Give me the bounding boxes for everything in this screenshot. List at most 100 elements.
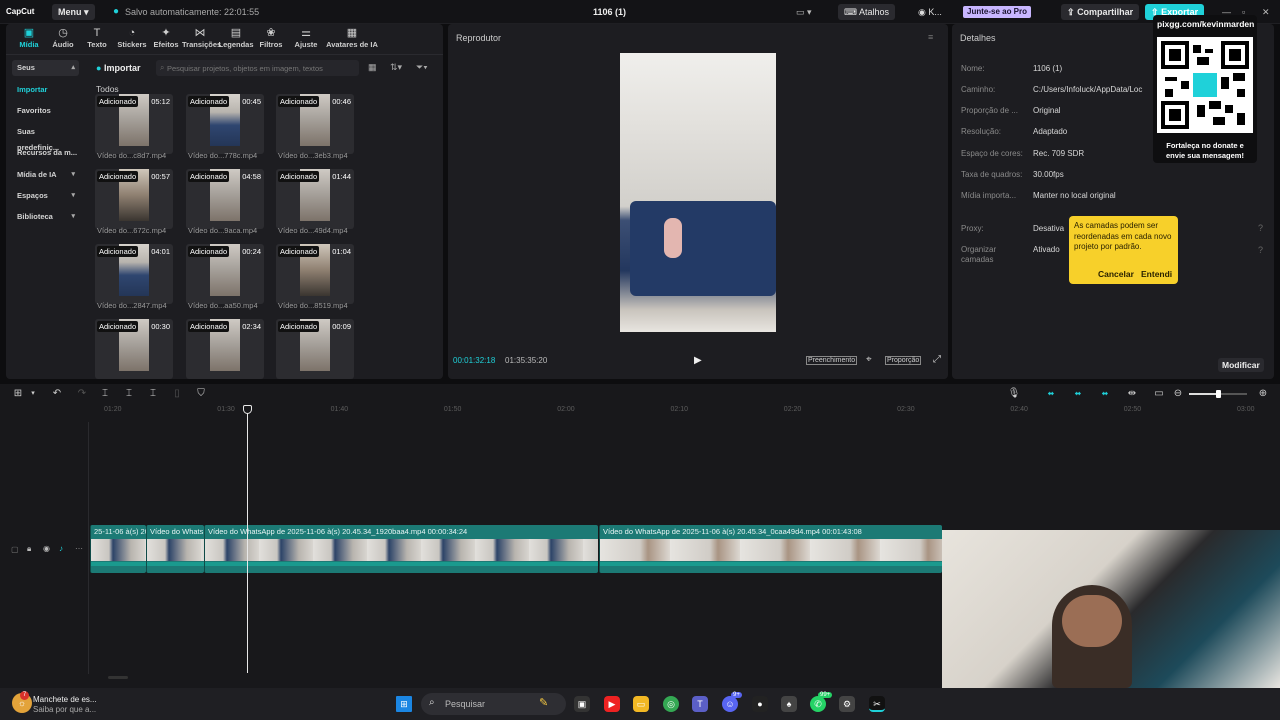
tab-avatares-de-ia[interactable]: ▦ Avatares de IA	[326, 26, 378, 52]
split-right-icon[interactable]: ⌶	[146, 387, 160, 401]
chrome-icon[interactable]: ◎	[663, 696, 679, 712]
youtube-icon[interactable]: ▶	[604, 696, 620, 712]
fullscreen-icon[interactable]: ⤢	[933, 354, 941, 365]
sidebar-item-7[interactable]: Biblioteca ▾	[12, 209, 79, 225]
timeline-clip[interactable]: Vídeo do WhatsApp de 2025-11-06 à(s) 20.…	[599, 525, 942, 573]
audio-track-icon[interactable]: ♪	[59, 544, 63, 553]
share-button[interactable]: ⇪ Compartilhar	[1061, 4, 1140, 20]
whatsapp-icon[interactable]: ✆	[810, 696, 826, 712]
project-title[interactable]: 1106 (1)	[593, 0, 626, 24]
media-thumbnail[interactable]: Adicionado 01:04	[276, 244, 354, 304]
tab-filtros[interactable]: ❀ Filtros	[253, 26, 289, 52]
news-title[interactable]: Manchete de es...	[33, 695, 97, 704]
align-icon[interactable]: ⇹	[1125, 387, 1139, 401]
magnet-icon[interactable]: ⬌	[1071, 387, 1085, 401]
zoom-slider[interactable]	[1189, 390, 1247, 398]
windows-start-icon[interactable]: ⊞	[396, 696, 412, 712]
track-cover-icon[interactable]: ▢	[11, 545, 19, 554]
proxy-info-icon[interactable]: ?	[1258, 223, 1263, 233]
tab-ajuste[interactable]: ⚌ Ajuste	[288, 26, 324, 52]
sidebar-item-4[interactable]: Recursos da m...	[12, 145, 79, 161]
sidebar-item-5[interactable]: Mídia de IA ▾	[12, 167, 79, 183]
menu-button[interactable]: Menu ▾	[52, 4, 95, 20]
sidebar-item-1[interactable]: Importar	[12, 82, 79, 98]
media-thumbnail[interactable]: Adicionado 00:45	[186, 94, 264, 154]
delete-icon[interactable]: ▯	[170, 387, 184, 401]
ratio-button[interactable]: Proporção	[885, 356, 922, 365]
tab-transições[interactable]: ⋈ Transições	[182, 26, 221, 52]
playhead[interactable]	[247, 407, 248, 673]
media-thumbnail[interactable]: Adicionado 00:09	[276, 319, 354, 379]
tab-legendas[interactable]: ▤ Legendas	[218, 26, 254, 52]
capture-icon[interactable]: ●	[752, 696, 768, 712]
media-thumbnail[interactable]: Adicionado 00:57	[95, 169, 173, 229]
task-view-icon[interactable]: ▣	[574, 696, 590, 712]
redo-icon[interactable]: ↷	[75, 387, 89, 401]
player-menu-icon[interactable]: ≡	[928, 32, 933, 42]
filter-icon[interactable]: ⏷▾	[416, 62, 428, 73]
detail-value[interactable]: Desativa	[1033, 224, 1069, 233]
grid-view-icon[interactable]: ▦	[368, 62, 377, 73]
timeline-clip[interactable]: Vídeo do WhatsApp de 2025-11-06 à(s) 20.…	[204, 525, 598, 573]
shortcuts-button[interactable]: ⌨ Atalhos	[838, 4, 896, 20]
taskbar-search-box[interactable]: ⌕ Pesquisar ✎	[421, 693, 566, 715]
import-button[interactable]: ● Importar	[92, 60, 154, 76]
media-search-input[interactable]	[167, 60, 347, 76]
close-icon[interactable]: ✕	[1262, 0, 1270, 24]
marker-icon[interactable]: ⛉	[194, 387, 208, 401]
user-avatar[interactable]: ◉ K...	[918, 0, 942, 24]
time-ruler[interactable]: 01:20 01:30 01:40 01:50 02:00 02:10 02:20 02:30…	[88, 404, 1280, 416]
video-preview[interactable]	[620, 53, 776, 332]
sidebar-item-2[interactable]: Favoritos	[12, 103, 79, 119]
undo-icon[interactable]: ↶	[50, 387, 64, 401]
zoom-in-icon[interactable]: ⊕	[1256, 387, 1270, 401]
tab-stickers[interactable]: ◔ Stickers	[114, 26, 150, 52]
timeline-clip[interactable]: Vídeo do Whats	[146, 525, 204, 573]
layout-select-icon[interactable]: ⊞	[11, 387, 25, 401]
game-app-icon[interactable]: ♠	[781, 696, 797, 712]
news-subtitle[interactable]: Saiba por que a...	[33, 705, 96, 714]
preview-axis-icon[interactable]: ▭	[1152, 387, 1166, 401]
media-thumbnail[interactable]: Adicionado 05:12	[95, 94, 173, 154]
timeline-clip[interactable]: 25-11-06 à(s) 20	[90, 525, 146, 573]
tooltip-ok-button[interactable]: Entendi	[1141, 269, 1172, 279]
sort-icon[interactable]: ⇅▾	[390, 62, 402, 73]
file-explorer-icon[interactable]: ▭	[633, 696, 649, 712]
more-icon[interactable]: ⋯	[75, 544, 83, 553]
zoom-out-icon[interactable]: ⊖	[1171, 387, 1185, 401]
zoom-slider-handle[interactable]	[1216, 390, 1221, 398]
tooltip-cancel-button[interactable]: Cancelar	[1098, 269, 1134, 279]
media-thumbnail[interactable]: Adicionado 00:46	[276, 94, 354, 154]
playhead-handle[interactable]	[243, 405, 252, 414]
chevron-down-icon[interactable]: ▾	[26, 387, 40, 401]
media-thumbnail[interactable]: Adicionado 00:30	[95, 319, 173, 379]
sidebar-item-0[interactable]: Seus ▴	[12, 60, 79, 76]
eye-icon[interactable]: ◉	[43, 544, 50, 553]
lock-icon[interactable]: 🔒︎	[27, 544, 31, 554]
snap-icon[interactable]: ⬌	[1098, 387, 1112, 401]
tab-mídia[interactable]: ▣ Mídia	[11, 26, 47, 52]
split-icon[interactable]: ⌶	[98, 387, 112, 401]
tab-efeitos[interactable]: ✦ Efeitos	[148, 26, 184, 52]
media-search-box[interactable]: ⌕	[156, 60, 359, 76]
tab-texto[interactable]: T Texto	[79, 26, 115, 52]
discord-icon[interactable]: ☺	[722, 696, 738, 712]
split-left-icon[interactable]: ⌶	[122, 387, 136, 401]
settings-icon[interactable]: ⚙	[839, 696, 855, 712]
snapshot-icon[interactable]: ⌖	[866, 354, 872, 365]
fill-button[interactable]: Preenchimento	[806, 356, 858, 365]
play-icon[interactable]: ▶	[694, 355, 702, 366]
sidebar-item-3[interactable]: Suas predefiniç...	[12, 124, 79, 152]
media-thumbnail[interactable]: Adicionado 02:34	[186, 319, 264, 379]
media-thumbnail[interactable]: Adicionado 01:44	[276, 169, 354, 229]
pro-button[interactable]: Junte-se ao Pro	[963, 6, 1032, 18]
microphone-icon[interactable]: 🎙	[1007, 387, 1021, 401]
teams-icon[interactable]: T	[692, 696, 708, 712]
media-thumbnail[interactable]: Adicionado 04:58	[186, 169, 264, 229]
media-thumbnail[interactable]: Adicionado 04:01	[95, 244, 173, 304]
sidebar-item-6[interactable]: Espaços ▾	[12, 188, 79, 204]
capcut-taskbar-icon[interactable]: ✂	[869, 696, 885, 712]
tab-áudio[interactable]: ◷ Áudio	[45, 26, 81, 52]
timeline-scrollbar[interactable]	[108, 676, 128, 679]
modify-button[interactable]: Modificar	[1218, 358, 1264, 372]
